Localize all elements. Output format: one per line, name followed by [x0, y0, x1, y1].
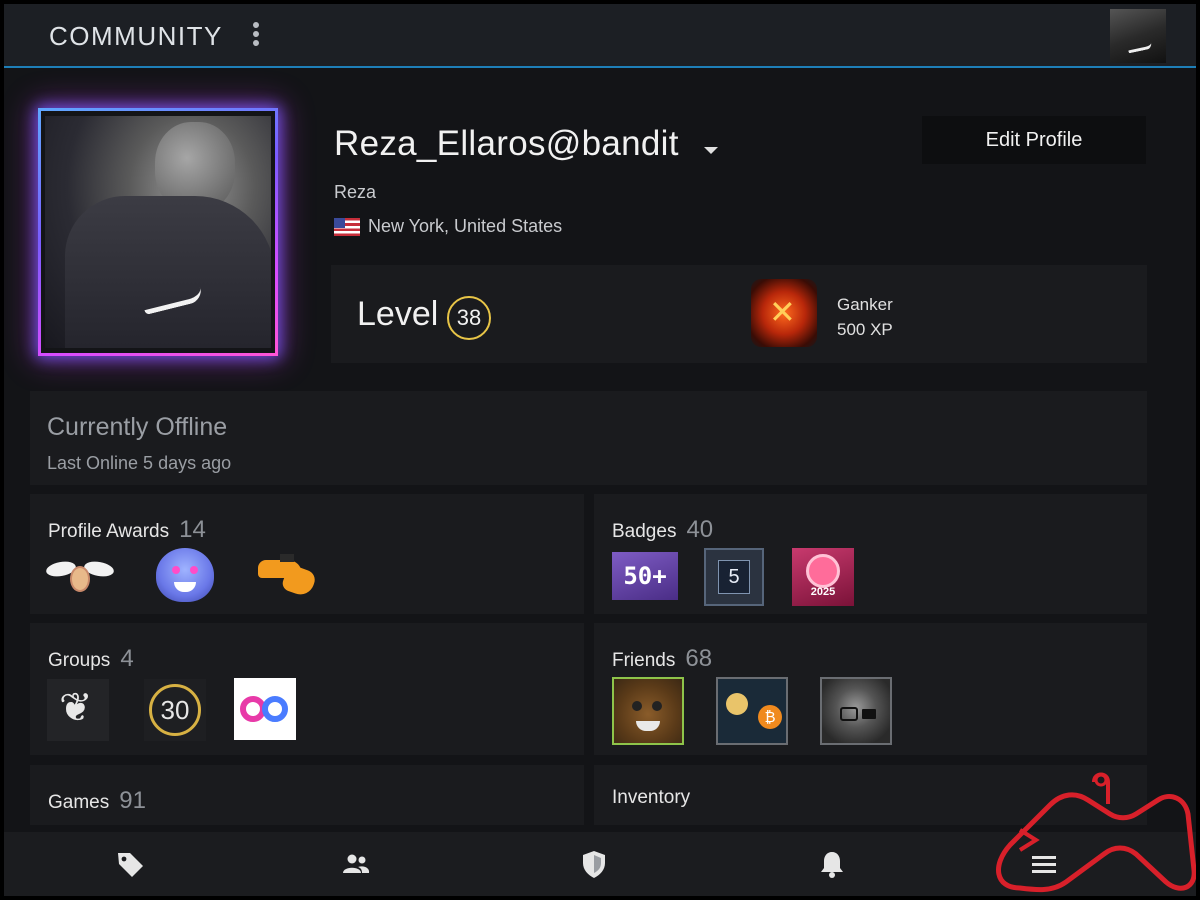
card-title: Friends	[612, 650, 676, 671]
app-window: COMMUNITY Reza_Ellaros@bandit Reza New Y…	[4, 4, 1196, 896]
badge-years-5[interactable]: 5	[704, 548, 764, 606]
level-badge: 38	[447, 296, 491, 340]
badge-50-plus[interactable]: 50+	[612, 552, 678, 600]
card-title: Badges	[612, 521, 677, 542]
group-infinity-icon[interactable]	[234, 678, 296, 740]
card-count: 14	[179, 516, 206, 543]
level-label: Level	[357, 295, 439, 333]
friend-avatar[interactable]	[820, 677, 892, 745]
page-title: COMMUNITY	[49, 21, 223, 51]
friends-icon[interactable]	[340, 848, 372, 880]
shield-icon[interactable]	[578, 848, 610, 880]
leopard-award-icon[interactable]	[156, 548, 214, 602]
tag-icon[interactable]	[114, 848, 146, 880]
bell-icon[interactable]	[816, 848, 848, 880]
card-count: 4	[120, 645, 134, 672]
featured-badge-xp: 500 XP	[837, 320, 893, 339]
group-phoenix-icon[interactable]	[47, 679, 109, 741]
edit-profile-button[interactable]: Edit Profile	[922, 116, 1146, 164]
account-avatar[interactable]	[1110, 9, 1166, 63]
level-panel[interactable]: Level 38 Ganker 500 XP	[331, 265, 1147, 363]
avatar-frame	[38, 108, 278, 356]
friends-card[interactable]: Friends 68	[594, 623, 1147, 755]
badge-steam-2025[interactable]: 2025	[792, 548, 854, 606]
profile-awards-card[interactable]: Profile Awards 14	[30, 494, 584, 614]
badges-card[interactable]: Badges 40 50+ 5 2025	[594, 494, 1147, 614]
top-bar: COMMUNITY	[4, 4, 1196, 68]
card-count: 40	[686, 516, 714, 543]
profile-avatar	[38, 108, 278, 356]
profile-real-name: Reza	[334, 182, 377, 202]
featured-badge-name: Ganker	[837, 295, 893, 314]
dinosaur-award-icon[interactable]	[258, 554, 320, 599]
group-30-icon[interactable]: 30	[144, 679, 206, 741]
steam-icon	[806, 554, 840, 588]
winged-medal-award-icon[interactable]	[45, 552, 115, 596]
groups-card[interactable]: Groups 4 30	[30, 623, 584, 755]
games-card[interactable]: Games 91	[30, 765, 584, 825]
card-title: Groups	[48, 650, 111, 671]
card-title: Inventory	[612, 787, 691, 808]
kebab-menu-icon[interactable]	[252, 22, 260, 50]
online-status-panel: Currently Offline Last Online 5 days ago	[30, 391, 1147, 485]
friend-avatar[interactable]	[716, 677, 788, 745]
chevron-down-icon[interactable]	[704, 147, 718, 154]
friend-avatar[interactable]	[612, 677, 684, 745]
status-title: Currently Offline	[47, 413, 228, 441]
card-count: 91	[119, 787, 146, 814]
profile-location: New York, United States	[368, 216, 563, 236]
profile-username: Reza_Ellaros@bandit	[334, 124, 679, 163]
card-title: Games	[48, 792, 110, 813]
us-flag-icon	[334, 218, 360, 236]
card-count: 68	[685, 645, 713, 672]
gamepad-watermark-logo	[996, 772, 1196, 893]
status-last-online: Last Online 5 days ago	[47, 453, 232, 473]
card-title: Profile Awards	[48, 521, 170, 542]
ganker-badge-icon[interactable]	[751, 279, 817, 347]
